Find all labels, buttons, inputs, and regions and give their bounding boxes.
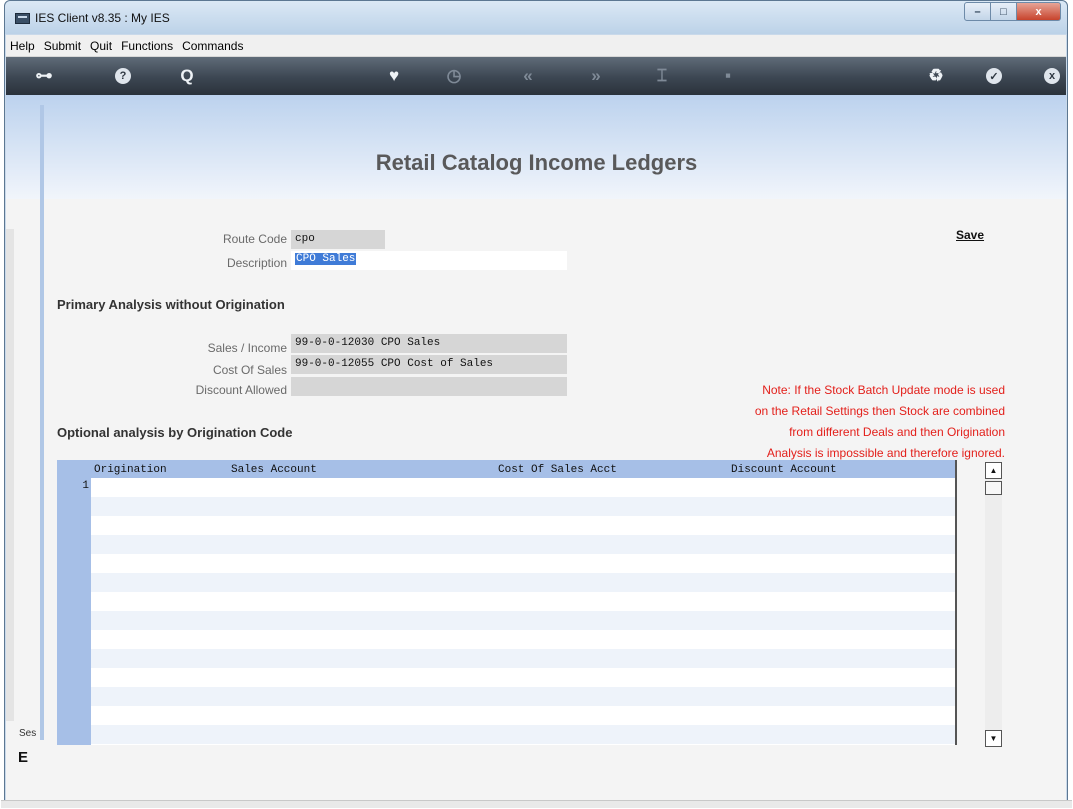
page-title: Retail Catalog Income Ledgers [375, 150, 698, 175]
grid-header: Origination Sales Account Cost Of Sales … [57, 460, 956, 478]
save-link[interactable]: Save [956, 228, 984, 242]
key-icon[interactable]: ⊶ [34, 66, 54, 86]
recycle-icon[interactable]: ♻ [926, 66, 946, 86]
table-row[interactable] [91, 497, 956, 516]
grid-right-border [955, 460, 957, 745]
table-row[interactable] [91, 725, 956, 744]
menu-commands[interactable]: Commands [182, 39, 243, 53]
column-header-origination[interactable]: Origination [94, 464, 167, 476]
heart-icon[interactable]: ♥ [384, 66, 404, 86]
table-row[interactable] [91, 516, 956, 535]
stop-icon[interactable]: ▪ [718, 66, 738, 86]
table-row[interactable] [91, 706, 956, 725]
grid-scrollbar[interactable]: ▲ ▼ [985, 462, 1002, 747]
tools-icon[interactable]: ⌶ [652, 66, 672, 86]
row-number: 1 [82, 480, 89, 492]
table-row[interactable] [91, 630, 956, 649]
left-gutter [6, 229, 14, 721]
note-line: from different Deals and then Originatio… [789, 425, 1005, 439]
stock-batch-note: Note: If the Stock Batch Update mode is … [684, 380, 1005, 464]
menu-submit[interactable]: Submit [44, 39, 81, 53]
forward-icon[interactable]: » [586, 66, 606, 86]
app-icon [15, 13, 30, 24]
description-label: Description [226, 256, 287, 270]
description-field[interactable]: CPO Sales [291, 251, 567, 270]
side-strip [40, 105, 44, 740]
window-title: IES Client v8.35 : My IES [35, 11, 170, 25]
table-row[interactable] [91, 649, 956, 668]
session-icon: E [18, 749, 29, 766]
menu-quit[interactable]: Quit [90, 39, 112, 53]
discount-allowed-field[interactable] [291, 377, 567, 396]
grid-row-header-bar [57, 460, 91, 745]
close-icon-glyph: x [1044, 68, 1060, 84]
primary-analysis-heading: Primary Analysis without Origination [57, 297, 285, 312]
cost-of-sales-label: Cost Of Sales [212, 363, 287, 377]
table-row[interactable] [91, 592, 956, 611]
check-icon-glyph: ✓ [986, 68, 1002, 84]
table-row[interactable] [91, 687, 956, 706]
status-bar [1, 800, 1072, 808]
rewind-icon[interactable]: « [518, 66, 538, 86]
column-header-sales-account[interactable]: Sales Account [231, 464, 317, 476]
discount-allowed-label: Discount Allowed [195, 383, 287, 397]
scroll-down-button[interactable]: ▼ [985, 730, 1002, 747]
help-icon[interactable]: ? [113, 66, 133, 86]
toolbar: ⊶ ? Q ♥ ◷ « » ⌶ ▪ ♻ ✓ x [6, 57, 1066, 95]
search-icon[interactable]: Q [177, 66, 197, 86]
sales-income-field[interactable]: 99-0-0-12030 CPO Sales [291, 334, 567, 353]
session-label: Ses [19, 728, 37, 739]
clock-icon[interactable]: ◷ [444, 66, 464, 86]
close-window-button[interactable]: x [1017, 2, 1061, 21]
close-icon[interactable]: x [1042, 66, 1062, 86]
menu-functions[interactable]: Functions [121, 39, 173, 53]
note-line: Note: If the Stock Batch Update mode is … [762, 383, 1005, 397]
table-row[interactable] [91, 554, 956, 573]
table-row[interactable] [91, 668, 956, 687]
scroll-up-button[interactable]: ▲ [985, 462, 1002, 479]
cost-of-sales-field[interactable]: 99-0-0-12055 CPO Cost of Sales [291, 355, 567, 374]
window-controls: – □ x [964, 2, 1061, 22]
check-icon[interactable]: ✓ [984, 66, 1004, 86]
sales-income-label: Sales / Income [207, 341, 287, 355]
table-row[interactable] [91, 611, 956, 630]
description-selected-text: CPO Sales [295, 253, 357, 265]
minimize-button[interactable]: – [964, 2, 991, 21]
title-bar: IES Client v8.35 : My IES – □ x [5, 1, 1067, 34]
note-line: on the Retail Settings then Stock are co… [754, 404, 1005, 418]
table-row[interactable] [91, 478, 956, 497]
table-row[interactable] [91, 535, 956, 554]
table-row[interactable] [91, 573, 956, 592]
grid-body [91, 478, 956, 745]
route-code-label: Route Code [222, 232, 287, 246]
menu-bar: Help Submit Quit Functions Commands [6, 35, 1066, 57]
header-band [6, 95, 1066, 199]
help-icon-glyph: ? [115, 68, 131, 84]
origination-grid[interactable]: Origination Sales Account Cost Of Sales … [57, 460, 956, 745]
route-code-field[interactable]: cpo [291, 230, 385, 249]
scroll-thumb[interactable] [985, 481, 1002, 495]
column-header-discount-account[interactable]: Discount Account [731, 464, 837, 476]
menu-help[interactable]: Help [10, 39, 35, 53]
maximize-button[interactable]: □ [991, 2, 1017, 21]
optional-analysis-heading: Optional analysis by Origination Code [57, 425, 293, 440]
column-header-cost-of-sales[interactable]: Cost Of Sales Acct [498, 464, 617, 476]
